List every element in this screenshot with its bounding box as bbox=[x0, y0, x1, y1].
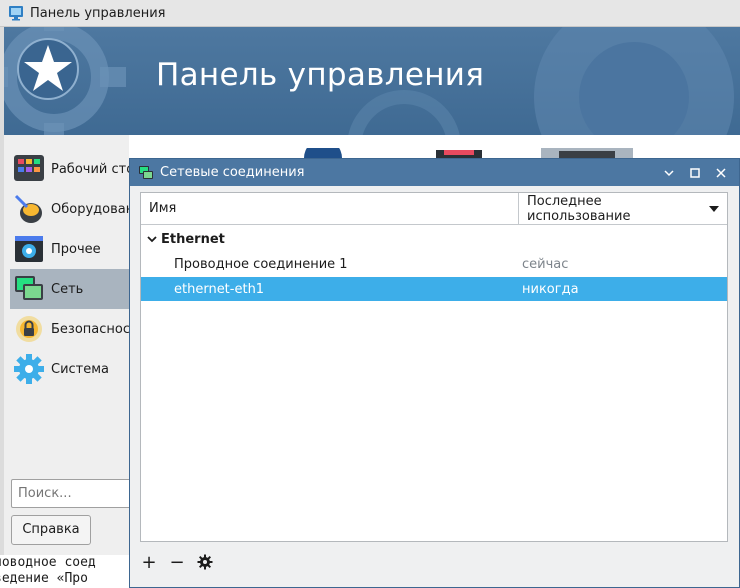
network-app-icon bbox=[541, 148, 633, 158]
sidebar-item-security[interactable]: Безопасность bbox=[10, 309, 129, 349]
network-connections-icon bbox=[139, 165, 153, 179]
main-window-titlebar[interactable]: Панель управления bbox=[0, 0, 740, 27]
chevron-down-icon[interactable] bbox=[147, 235, 159, 243]
sidebar-item-label: Прочее bbox=[51, 241, 101, 257]
star-logo-icon bbox=[17, 38, 79, 100]
column-header-label: Последнее использование bbox=[527, 193, 631, 224]
misc-icon bbox=[12, 232, 46, 266]
dialog-titlebar[interactable]: Сетевые соединения bbox=[130, 159, 739, 186]
network-icon bbox=[12, 272, 46, 306]
sidebar-item-hardware[interactable]: Оборудование bbox=[10, 189, 129, 229]
connection-name: ethernet-eth1 bbox=[174, 281, 265, 297]
connection-last-used: сейчас bbox=[522, 256, 569, 272]
connection-name: Проводное соединение 1 bbox=[174, 256, 348, 272]
close-icon[interactable] bbox=[713, 165, 729, 181]
connection-last-used: никогда bbox=[522, 281, 579, 297]
console-line: ловодное соед bbox=[0, 555, 96, 570]
security-icon bbox=[12, 312, 46, 346]
network-connections-dialog: Сетевые соединения Имя Последнее использ… bbox=[129, 158, 740, 588]
remove-connection-button[interactable]: − bbox=[168, 552, 186, 573]
header-banner: Панель управления bbox=[4, 27, 740, 135]
table-row[interactable]: ethernet-eth1 никогда bbox=[141, 277, 727, 301]
sidebar-item-misc[interactable]: Прочее bbox=[10, 229, 129, 269]
sidebar-item-desktop[interactable]: Рабочий стол bbox=[10, 149, 129, 189]
search-input[interactable] bbox=[11, 479, 131, 508]
main-window-title: Панель управления bbox=[30, 5, 166, 21]
web-browser-icon bbox=[304, 148, 342, 158]
sort-arrow-down-icon bbox=[709, 205, 719, 212]
dialog-title: Сетевые соединения bbox=[160, 165, 305, 180]
banner-large-gear-decoration-icon bbox=[534, 27, 734, 135]
desktop-icon bbox=[12, 152, 46, 186]
add-connection-button[interactable]: + bbox=[140, 552, 158, 573]
display-app-icon bbox=[436, 150, 482, 158]
sidebar-item-label: Безопасность bbox=[51, 321, 129, 337]
hardware-icon bbox=[12, 192, 46, 226]
system-gear-icon bbox=[12, 352, 46, 386]
console-output: ловодное соед ведение «Про bbox=[0, 555, 140, 588]
help-button[interactable]: Справка bbox=[11, 515, 91, 545]
gear-icon bbox=[197, 554, 213, 570]
banner-title: Панель управления bbox=[156, 57, 485, 93]
sidebar-item-label: Система bbox=[51, 361, 110, 377]
column-header-name[interactable]: Имя bbox=[141, 193, 519, 224]
sidebar-item-label: Оборудование bbox=[51, 201, 129, 217]
dialog-toolbar: + − bbox=[140, 549, 214, 575]
sidebar-item-label: Рабочий стол bbox=[51, 161, 129, 177]
group-row-ethernet[interactable]: Ethernet bbox=[141, 227, 727, 251]
sidebar-item-system[interactable]: Система bbox=[10, 349, 129, 389]
sidebar-item-network[interactable]: Сеть bbox=[10, 269, 129, 309]
table-header: Имя Последнее использование bbox=[141, 193, 727, 225]
console-line: ведение «Про bbox=[0, 571, 88, 586]
column-header-label: Имя bbox=[149, 201, 177, 216]
minimize-icon[interactable] bbox=[661, 165, 677, 181]
control-panel-icon bbox=[9, 6, 23, 21]
table-row[interactable]: Проводное соединение 1 сейчас bbox=[141, 252, 727, 276]
connections-table: Имя Последнее использование Ethernet Про… bbox=[140, 192, 728, 542]
group-label: Ethernet bbox=[161, 231, 225, 247]
settings-button[interactable] bbox=[196, 553, 214, 571]
column-header-last-used[interactable]: Последнее использование bbox=[519, 193, 727, 224]
sidebar-item-label: Сеть bbox=[51, 281, 84, 297]
maximize-icon[interactable] bbox=[687, 165, 703, 181]
